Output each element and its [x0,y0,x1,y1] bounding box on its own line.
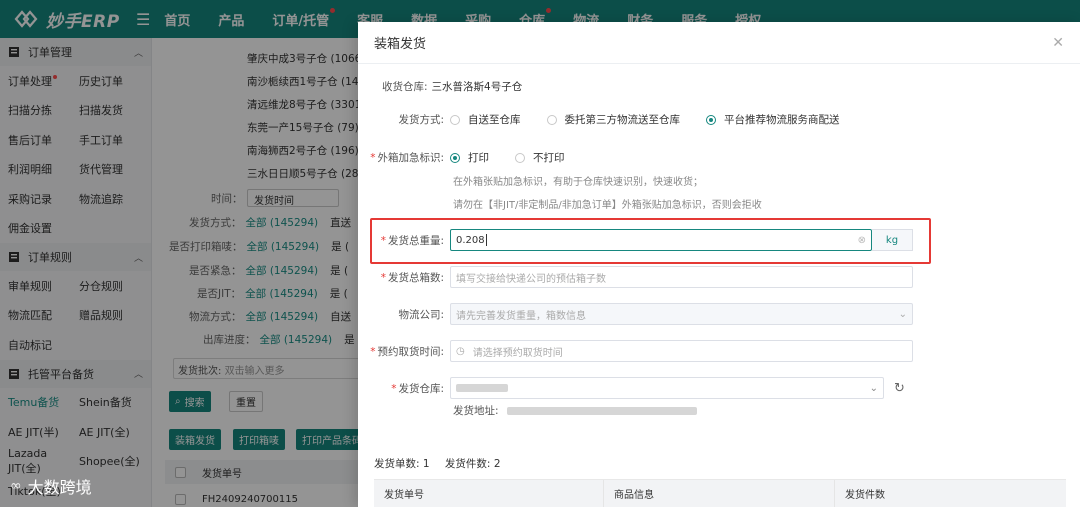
ship-warehouse-select[interactable]: ⌄ [450,377,884,399]
pickup-time-row: * 预约取货时间: ◷ 请选择预约取货时间 [358,340,913,362]
watermark: ∞ 大数跨境 [10,478,92,497]
radio-third-party[interactable]: 委托第三方物流送至仓库 [546,112,680,127]
boxes-input[interactable]: 填写交接给快递公司的预估箱子数 [450,266,913,288]
dialog-title: 装箱发货 [374,37,427,52]
col-ship-no: 发货单号 [374,480,604,507]
radio-print[interactable]: 打印 [450,150,489,165]
chevron-down-icon: ⌄ [898,308,907,320]
pickup-time-picker[interactable]: ◷ 请选择预约取货时间 [450,340,913,362]
ship-method-row: 发货方式: 自送至仓库 委托第三方物流送至仓库 平台推荐物流服务商配送 [398,112,840,127]
col-product-info: 商品信息 [604,480,835,507]
refresh-icon[interactable]: ↻ [894,381,905,396]
radio-platform-carrier[interactable]: 平台推荐物流服务商配送 [706,112,840,127]
col-ship-qty: 发货件数 [845,490,885,501]
shipment-table-header: 发货单号 商品信息 发货件数 [374,479,1066,507]
radio-no-print[interactable]: 不打印 [515,150,565,165]
ship-warehouse-row: * 发货仓库: ⌄ ↻ [358,377,905,399]
urgent-label-row: * 外箱加急标识: 打印 不打印 [370,150,565,165]
urgent-hint: 在外箱张贴加急标识，有助于仓库快速识别，快速收货； [453,177,703,188]
carrier-select[interactable]: 请先完善发货重量，箱数信息 ⌄ [450,303,913,325]
carrier-row: 物流公司: 请先完善发货重量，箱数信息 ⌄ [358,303,913,325]
chevron-down-icon: ⌄ [869,382,878,394]
receive-warehouse-value: 三水普洛斯4号子仓 [431,81,523,93]
highlight-box [370,218,931,264]
close-icon[interactable]: ✕ [1052,35,1064,51]
boxes-row: * 发货总箱数: 填写交接给快递公司的预估箱子数 [358,266,913,288]
pack-ship-dialog: 装箱发货 ✕ 收货仓库: 三水普洛斯4号子仓 发货方式: 自送至仓库 委托第三方… [358,22,1080,507]
shipment-summary: 发货单数: 1 发货件数: 2 [374,458,501,470]
clock-icon: ◷ [456,345,465,357]
urgent-warning: 请勿在【非JIT/非定制品/非加急订单】外箱张贴加急标识，否则会拒收 [453,200,762,211]
watermark-logo-icon: ∞ [10,478,22,494]
ship-address-row: 发货地址: [453,403,697,418]
redacted-value [456,384,508,392]
radio-self-delivery[interactable]: 自送至仓库 [450,112,521,127]
receive-warehouse-row: 收货仓库: 三水普洛斯4号子仓 [382,81,523,93]
redacted-address [506,406,697,415]
